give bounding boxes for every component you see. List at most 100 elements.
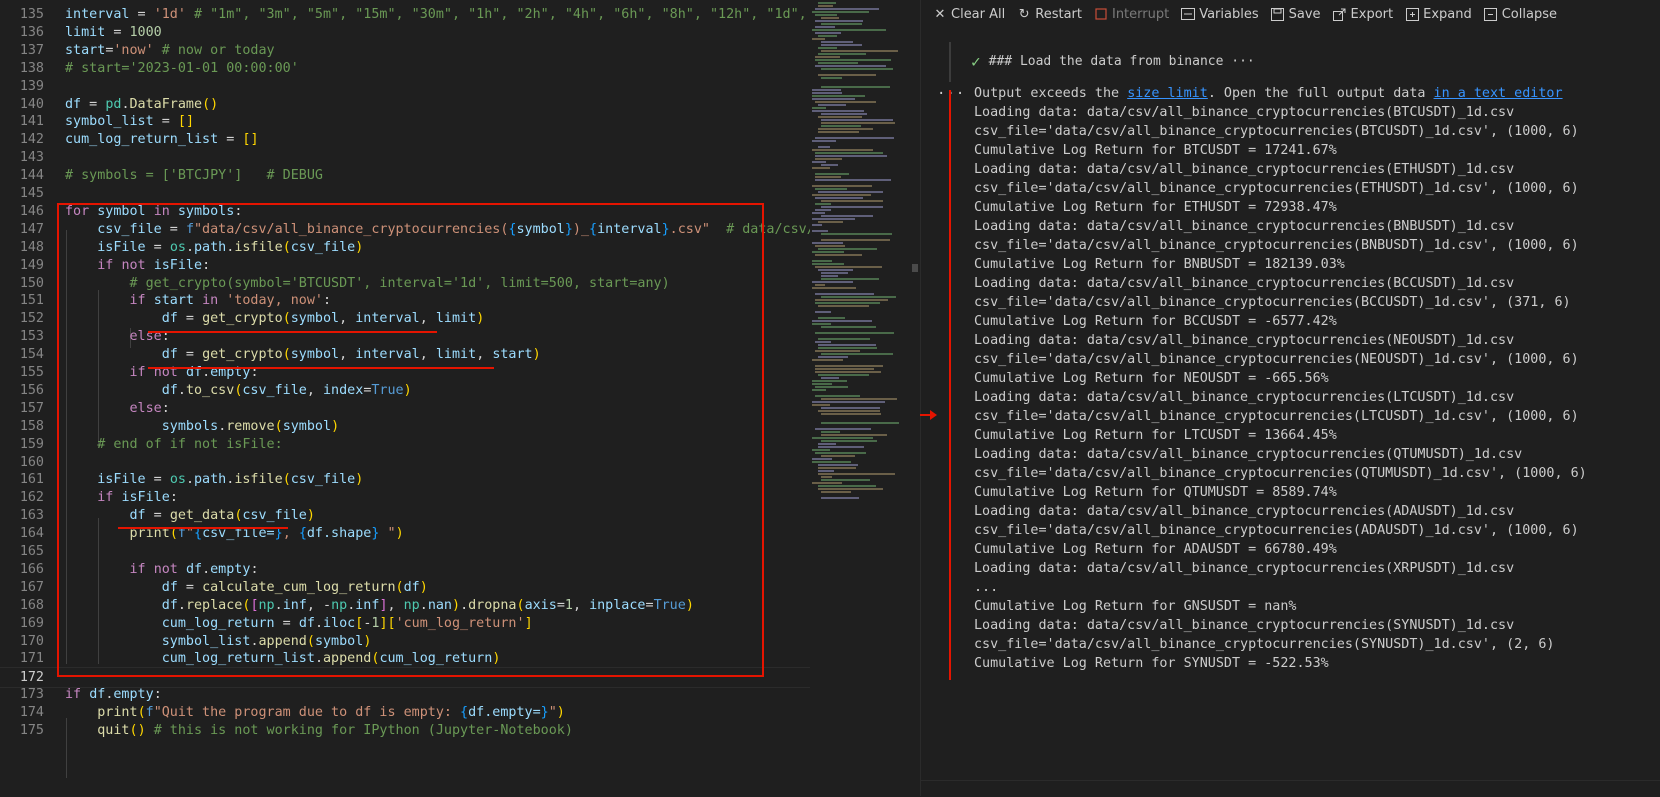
code-line[interactable]: 145 — [0, 184, 810, 203]
save-button[interactable]: Save — [1271, 3, 1321, 25]
code-line[interactable]: 146 for symbol in symbols: — [0, 202, 810, 221]
minimap[interactable] — [810, 0, 920, 796]
open-in-text-editor-link[interactable]: in a text editor — [1434, 86, 1563, 101]
code-editor[interactable]: 135 interval = '1d' # "1m", "3m", "5m", "… — [0, 0, 810, 796]
expand-button[interactable]: Expand — [1405, 3, 1472, 25]
code-line[interactable]: 147 csv_file = f"data/csv/all_binance_cr… — [0, 220, 810, 239]
code-line[interactable]: 159 # end of if not isFile: — [0, 435, 810, 454]
minimap-line — [815, 137, 894, 139]
minimap-line — [812, 242, 843, 244]
code-line[interactable]: 156 df.to_csv(csv_file, index=True) — [0, 381, 810, 400]
vertical-scrollbar-thumb[interactable] — [912, 264, 918, 272]
app-window: 135 interval = '1d' # "1m", "3m", "5m", "… — [0, 0, 1660, 796]
code-line[interactable]: 143 — [0, 148, 810, 167]
code-line[interactable]: 157 else: — [0, 399, 810, 418]
code-line[interactable]: 165 — [0, 542, 810, 561]
code-line[interactable]: 175 quit() # this is not working for IPy… — [0, 721, 810, 740]
code-line[interactable]: 154 df = get_crypto(symbol, interval, li… — [0, 345, 810, 364]
code-line[interactable]: 166 if not df.empty: — [0, 560, 810, 579]
minimap-line — [812, 389, 826, 391]
save-icon — [1271, 7, 1285, 21]
minimap-line — [818, 2, 836, 4]
code-line[interactable]: 173 if df.empty: — [0, 685, 810, 704]
code-line[interactable]: 160 — [0, 453, 810, 472]
minimap-line — [821, 326, 876, 328]
minimap-line — [815, 452, 866, 454]
output-line: csv_file='data/csv/all_binance_cryptocur… — [974, 637, 1555, 652]
code-line[interactable]: 142 cum_log_return_list = [] — [0, 130, 810, 149]
code-line[interactable]: 141 symbol_list = [] — [0, 112, 810, 131]
minimap-line — [818, 344, 876, 346]
code-text: limit = 1000 — [65, 24, 162, 40]
export-button[interactable]: Export — [1333, 3, 1393, 25]
cell-header[interactable]: ✓ ### Load the data from binance ··· — [971, 52, 1255, 71]
code-line[interactable]: 151 if start in 'today, now': — [0, 291, 810, 310]
variables-button[interactable]: Variables — [1181, 3, 1259, 25]
output-line: Loading data: data/csv/all_binance_crypt… — [974, 447, 1523, 462]
clear-all-button[interactable]: ✕ Clear All — [933, 3, 1006, 25]
minimap-line — [821, 272, 848, 274]
collapse-button[interactable]: Collapse — [1484, 3, 1557, 25]
code-line[interactable]: 170 symbol_list.append(symbol) — [0, 632, 810, 651]
code-line[interactable]: 158 symbols.remove(symbol) — [0, 417, 810, 436]
output-line: Loading data: data/csv/all_binance_crypt… — [974, 504, 1515, 519]
line-number: 142 — [19, 132, 44, 148]
line-number: 137 — [19, 42, 44, 58]
code-line[interactable]: 174 print(f"Quit the program due to df i… — [0, 703, 810, 722]
minimap-line — [812, 140, 836, 142]
code-line[interactable]: 138 # start='2023-01-01 00:00:00' — [0, 59, 810, 78]
minimap-line — [821, 455, 855, 457]
minimap-line — [812, 287, 856, 289]
code-line[interactable]: 155 if not df.empty: — [0, 363, 810, 382]
minimap-line — [815, 293, 874, 295]
minimap-line — [818, 464, 858, 466]
code-line[interactable]: 144 # symbols = ['BTCJPY'] # DEBUG — [0, 166, 810, 185]
code-line[interactable]: 167 df = calculate_cum_log_return(df) — [0, 578, 810, 597]
minimap-line — [815, 299, 888, 301]
code-line[interactable]: 162 if isFile: — [0, 488, 810, 507]
minimap-line — [812, 263, 844, 265]
code-line[interactable]: 136 limit = 1000 — [0, 23, 810, 42]
line-number: 140 — [19, 96, 44, 112]
annotation-underline — [148, 367, 494, 369]
minimap-line — [812, 224, 822, 226]
restart-button[interactable]: ↻ Restart — [1017, 3, 1082, 25]
panel-input-area[interactable] — [921, 780, 1660, 797]
minimap-line — [821, 41, 853, 43]
line-number: 145 — [19, 186, 44, 201]
code-line[interactable]: 169 cum_log_return = df.iloc[-1]['cum_lo… — [0, 614, 810, 633]
minimap-line — [821, 407, 880, 409]
panel-toolbar: ✕ Clear All ↻ Restart Interrupt Variable… — [921, 0, 1660, 28]
notice-text: . Open the full output data — [1207, 86, 1434, 101]
size-limit-link[interactable]: size limit — [1127, 86, 1208, 101]
minimap-line — [821, 434, 887, 436]
code-line[interactable]: 149 if not isFile: — [0, 256, 810, 275]
code-line[interactable]: 171 cum_log_return_list.append(cum_log_r… — [0, 649, 810, 668]
export-icon — [1333, 7, 1347, 21]
code-line[interactable]: 152 df = get_crypto(symbol, interval, li… — [0, 309, 810, 328]
minimap-line — [815, 188, 847, 190]
minimap-line — [818, 305, 869, 307]
code-line[interactable]: 139 — [0, 77, 810, 96]
minimap-line — [815, 350, 860, 352]
minimap-line — [821, 68, 893, 70]
code-text: symbol_list.append(symbol) — [161, 633, 372, 649]
code-text: df.replace([np.inf, -np.inf], np.nan).dr… — [161, 597, 694, 613]
minimap-line — [818, 131, 859, 133]
code-line[interactable]: 163 df = get_data(csv_file) — [0, 506, 810, 525]
check-icon: ✓ — [971, 52, 981, 71]
minimap-line — [812, 230, 828, 232]
code-line[interactable]: 150 # get_crypto(symbol='BTCUSDT', inter… — [0, 274, 810, 293]
minimap-line — [815, 428, 871, 430]
code-line[interactable]: 148 isFile = os.path.isfile(csv_file) — [0, 238, 810, 257]
code-line[interactable]: 161 isFile = os.path.isfile(csv_file) — [0, 470, 810, 489]
output-more-actions[interactable]: ··· — [937, 86, 965, 102]
code-line[interactable]: 140 df = pd.DataFrame() — [0, 95, 810, 114]
minimap-line — [815, 101, 876, 103]
code-line[interactable]: 168 df.replace([np.inf, -np.inf], np.nan… — [0, 596, 810, 615]
code-text: df = get_crypto(symbol, interval, limit,… — [161, 347, 541, 363]
code-text: if not df.empty: — [129, 365, 259, 380]
interrupt-button[interactable]: Interrupt — [1094, 3, 1169, 25]
code-line[interactable]: 135 interval = '1d' # "1m", "3m", "5m", "… — [0, 5, 810, 24]
code-line[interactable]: 137 start='now' # now or today — [0, 41, 810, 60]
